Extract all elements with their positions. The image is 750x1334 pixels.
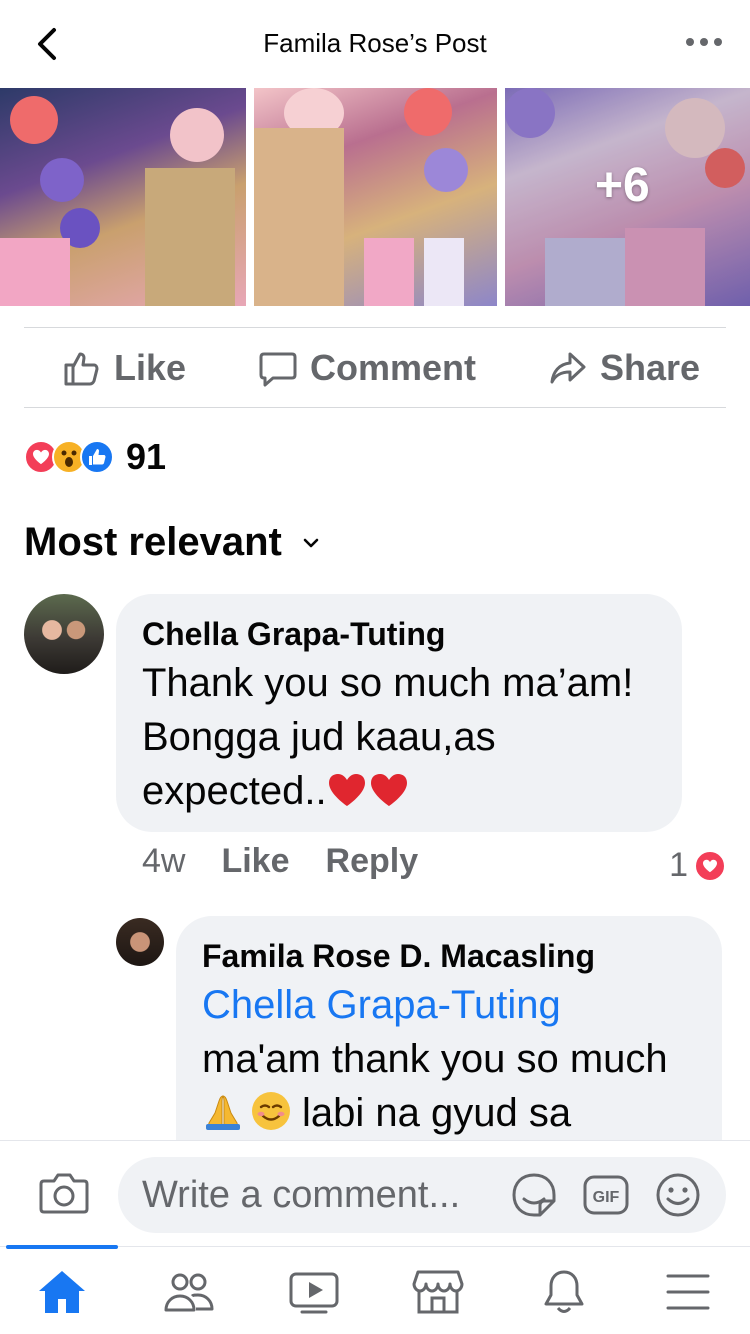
heart-emoji: [327, 772, 409, 808]
comment-bubble[interactable]: Chella Grapa-Tuting Thank you so much ma…: [116, 594, 682, 832]
like-label: Like: [114, 347, 187, 388]
share-button[interactable]: Share: [548, 347, 700, 389]
comment-button[interactable]: Comment: [258, 347, 476, 389]
nav-home[interactable]: [34, 1267, 90, 1317]
chevron-down-icon: [303, 538, 319, 547]
comment-like-button[interactable]: Like: [221, 842, 289, 881]
sticker-icon: [512, 1173, 556, 1217]
comment-input[interactable]: [118, 1157, 726, 1233]
comment-time: 4w: [142, 842, 186, 880]
friends-icon: [164, 1273, 214, 1312]
nav-watch[interactable]: [286, 1267, 342, 1317]
avatar[interactable]: [116, 918, 164, 966]
svg-text:GIF: GIF: [593, 1189, 620, 1206]
more-horizontal-icon: [686, 38, 694, 46]
post-photo-more[interactable]: +6: [505, 88, 750, 306]
more-photos-count: +6: [595, 159, 650, 212]
avatar[interactable]: [24, 594, 104, 674]
thumbs-up-icon: [64, 352, 99, 386]
nav-friends[interactable]: [160, 1267, 216, 1317]
nav-menu[interactable]: [660, 1267, 716, 1317]
comment-reaction-count: 1: [669, 846, 688, 884]
comment-text: Thank you so much ma’am! Bongga jud kaau…: [142, 661, 634, 813]
nav-notifications[interactable]: [536, 1267, 592, 1317]
comment-composer: GIF: [0, 1140, 750, 1246]
pray-smile-emoji: [202, 1090, 292, 1132]
comment-icon: [259, 352, 297, 387]
comment-reaction-summary[interactable]: 1: [669, 846, 726, 885]
share-label: Share: [599, 347, 700, 388]
divider: [24, 327, 726, 328]
avatar-sticker-button[interactable]: [510, 1171, 558, 1224]
comment-sort-dropdown[interactable]: Most relevant: [24, 520, 322, 565]
marketplace-icon: [412, 1270, 464, 1314]
like-button[interactable]: Like: [62, 347, 186, 389]
watch-icon: [289, 1272, 339, 1314]
post-header: Famila Rose’s Post: [0, 0, 750, 88]
post-photo[interactable]: [254, 88, 497, 306]
comment-meta: 4w Like Reply: [142, 842, 418, 881]
comment-label: Comment: [309, 347, 476, 388]
menu-icon: [666, 1274, 710, 1310]
camera-button[interactable]: [38, 1169, 90, 1222]
like-reaction-icon: [80, 440, 114, 474]
reaction-summary[interactable]: 91: [24, 436, 166, 478]
post-actions: Like Comment Share: [24, 330, 726, 406]
comment-text: Chella Grapa-Tuting ma'am thank you so m…: [202, 978, 696, 1140]
divider: [24, 407, 726, 408]
reaction-count: 91: [126, 436, 167, 477]
comment-author[interactable]: Chella Grapa-Tuting: [142, 612, 656, 656]
active-tab-indicator: [6, 1245, 118, 1249]
camera-icon: [39, 1173, 89, 1214]
post-photo[interactable]: [0, 88, 246, 306]
comment-author[interactable]: Famila Rose D. Macasling: [202, 934, 696, 978]
home-icon: [39, 1271, 85, 1313]
gif-button[interactable]: GIF: [582, 1171, 630, 1224]
nav-marketplace[interactable]: [410, 1267, 466, 1317]
love-reaction-icon: [694, 849, 726, 882]
more-options-button[interactable]: [686, 38, 722, 46]
notifications-icon: [544, 1270, 584, 1313]
bottom-navigation: [0, 1245, 750, 1334]
emoji-button[interactable]: [654, 1171, 702, 1224]
sort-label: Most relevant: [24, 520, 282, 564]
reply-bubble[interactable]: Famila Rose D. Macasling Chella Grapa-Tu…: [176, 916, 722, 1176]
gif-icon: GIF: [583, 1175, 629, 1215]
comment-reply-button[interactable]: Reply: [326, 842, 419, 881]
page-title: Famila Rose’s Post: [263, 28, 487, 58]
share-icon: [550, 352, 586, 384]
mention-link[interactable]: Chella Grapa-Tuting: [202, 978, 696, 1032]
smiley-icon: [656, 1173, 700, 1217]
photo-strip: +6: [0, 88, 750, 306]
